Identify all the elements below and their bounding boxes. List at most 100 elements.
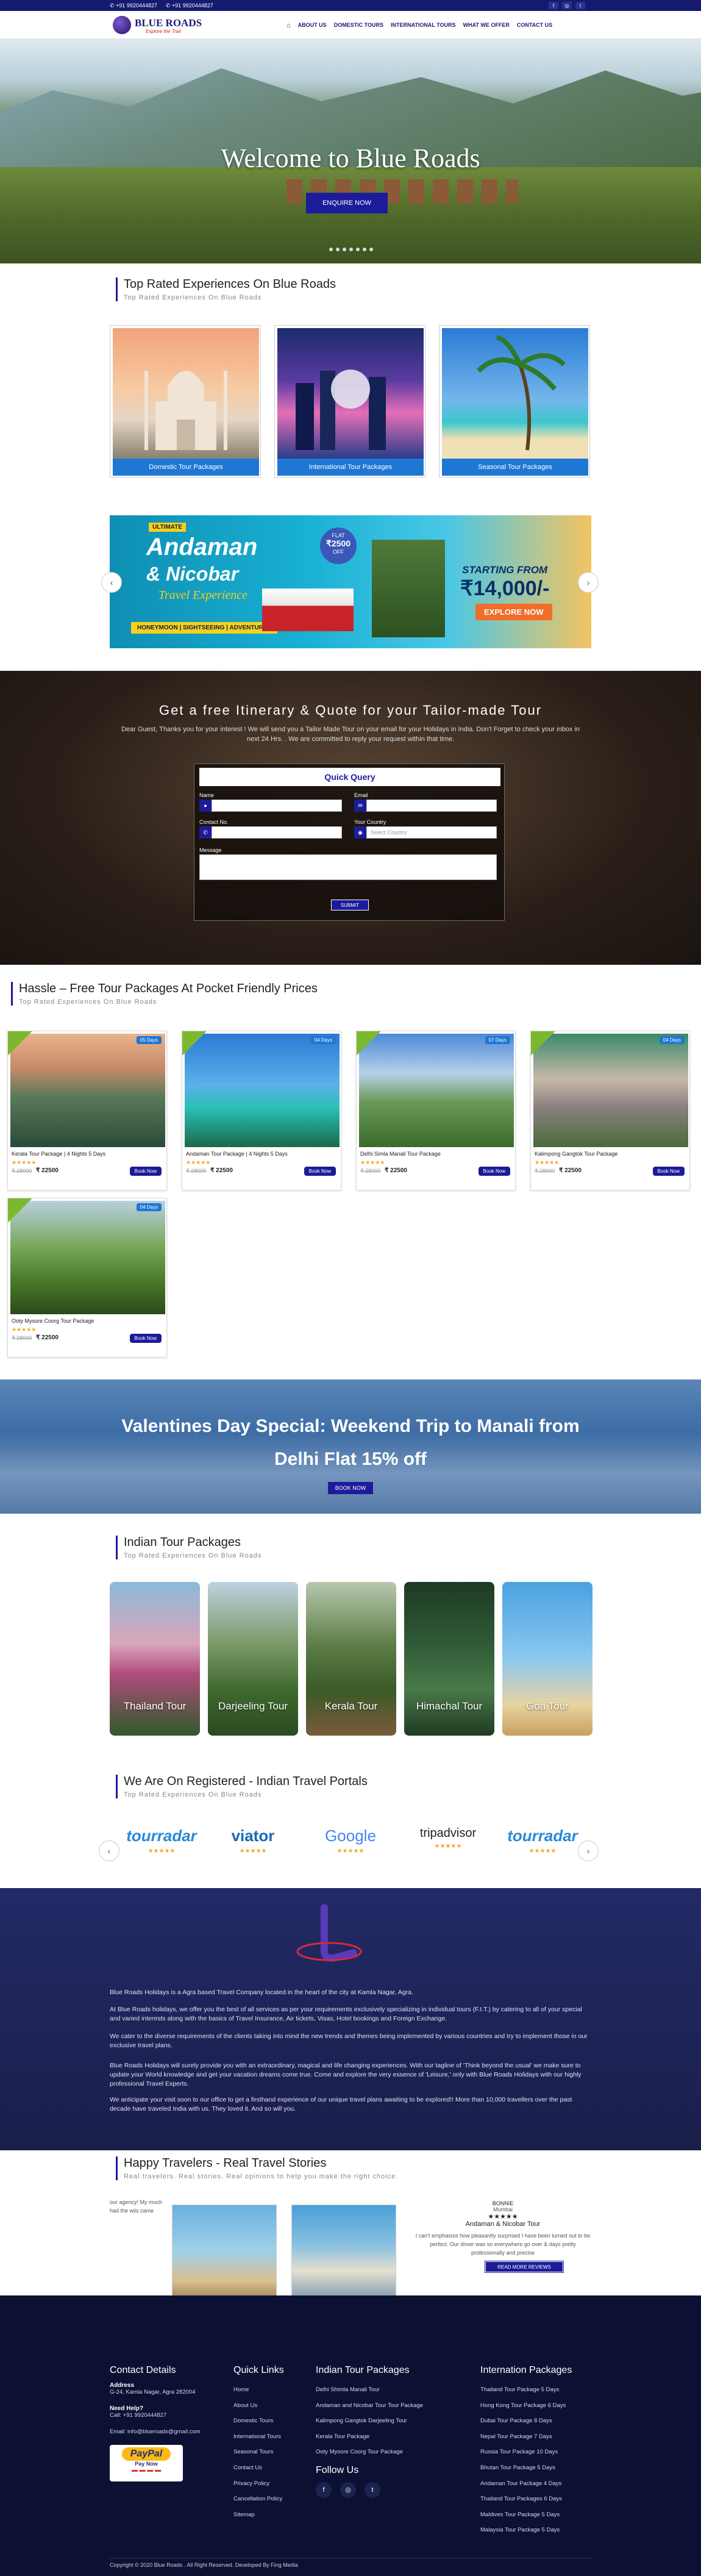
email-input[interactable]: [366, 800, 497, 812]
international-card[interactable]: International Tour Packages: [274, 325, 425, 478]
new-price: ₹ 22500: [559, 1167, 582, 1174]
footer-link[interactable]: Delhi Shimla Manali Tour: [316, 2382, 462, 2398]
taj-mahal-image: [113, 328, 259, 459]
paypal-badge[interactable]: PayPal Pay Now ▬ ▬ ▬ ▬: [110, 2445, 183, 2481]
valentine-title: Valentines Day Special: Weekend Trip to …: [121, 1416, 580, 1469]
footer-link[interactable]: Russia Tour Package 10 Days: [480, 2444, 596, 2460]
nav-offer[interactable]: WHAT WE OFFER: [463, 22, 510, 29]
nav-contact[interactable]: CONTACT US: [517, 22, 552, 29]
indian-card[interactable]: Thailand Tour: [110, 1582, 200, 1736]
section-subtitle: Real travelers. Real stories. Real opini…: [124, 2173, 399, 2180]
indian-card-label: Kerala Tour: [324, 1700, 378, 1712]
footer-link[interactable]: Privacy Policy: [233, 2476, 307, 2492]
indian-card[interactable]: Kerala Tour: [306, 1582, 396, 1736]
partner-logo[interactable]: tripadvisor ★★★★★: [402, 1826, 494, 1863]
quick-links-list: Home About Us Domestic Tours International …: [233, 2382, 307, 2522]
ribbon-icon: [8, 1198, 32, 1223]
slide-dot[interactable]: [336, 248, 340, 251]
footer-link[interactable]: Kalimpong Gangtok Darjeeling Tour: [316, 2413, 462, 2429]
package-card[interactable]: 05 Days Kerala Tour Package | 4 Nights 5…: [7, 1031, 167, 1190]
indian-card[interactable]: Himachal Tour: [404, 1582, 494, 1736]
partner-logo[interactable]: Google ★★★★★: [305, 1826, 396, 1863]
footer-link[interactable]: About Us: [233, 2398, 307, 2414]
read-more-reviews-button[interactable]: READ MORE REVIEWS: [485, 2261, 564, 2273]
promo-next-icon[interactable]: ›: [578, 572, 599, 593]
nav-domestic[interactable]: DOMESTIC TOURS: [334, 22, 383, 29]
footer-link[interactable]: Maldives Tour Package 5 Days: [480, 2507, 596, 2523]
book-now-button[interactable]: Book Now: [652, 1167, 685, 1176]
instagram-icon[interactable]: ◎: [340, 2481, 356, 2498]
package-name: Kalimpong Gangtok Tour Package: [535, 1151, 618, 1157]
footer-phone[interactable]: Call: +91 9920444827: [110, 2412, 213, 2419]
hero-title: Welcome to Blue Roads: [221, 143, 480, 173]
footer-link[interactable]: Seasonal Tours: [233, 2444, 307, 2460]
footer-link[interactable]: Thailand Tour Package 5 Days: [480, 2382, 596, 2398]
footer-email[interactable]: Email: info@blueroads@gmail.com: [110, 2428, 213, 2435]
footer-link[interactable]: Nepal Tour Package 7 Days: [480, 2429, 596, 2445]
footer-link[interactable]: Contact Us: [233, 2460, 307, 2476]
new-price: ₹ 22500: [36, 1334, 59, 1341]
footer-link[interactable]: Andaman Tour Package 4 Days: [480, 2476, 596, 2492]
indian-packages-list: Delhi Shimla Manali Tour Andaman and Nico…: [316, 2382, 462, 2460]
footer-link[interactable]: Hong Kong Tour Package 6 Days: [480, 2398, 596, 2414]
footer-link[interactable]: Home: [233, 2382, 307, 2398]
seasonal-card[interactable]: Seasonal Tour Packages: [439, 325, 590, 478]
footer-link[interactable]: Dubai Tour Package 8 Days: [480, 2413, 596, 2429]
nav-international[interactable]: INTERNATIONAL TOURS: [391, 22, 456, 29]
slide-dot[interactable]: [369, 248, 373, 251]
slide-dot[interactable]: [329, 248, 333, 251]
footer-link[interactable]: Kerala Tour Package: [316, 2429, 462, 2445]
slide-dot[interactable]: [363, 248, 366, 251]
slide-dot[interactable]: [356, 248, 360, 251]
footer-link[interactable]: International Tours: [233, 2429, 307, 2445]
book-now-button[interactable]: Book Now: [129, 1334, 162, 1343]
book-now-button[interactable]: Book Now: [304, 1167, 336, 1176]
story-photo[interactable]: [172, 2205, 277, 2307]
name-input[interactable]: [212, 800, 342, 812]
phone-1[interactable]: ✆ +91 9920444827: [110, 2, 157, 9]
footer-link[interactable]: Cancellation Policy: [233, 2491, 307, 2507]
footer-link[interactable]: Malaysia Tour Package 5 Days: [480, 2522, 596, 2538]
enquire-button[interactable]: ENQUIRE NOW: [306, 193, 388, 213]
instagram-icon[interactable]: ◎: [562, 2, 572, 9]
partner-name: Google: [325, 1826, 376, 1845]
package-card[interactable]: 04 Days Ooty Mysore Coorg Tour Package ★…: [7, 1198, 167, 1358]
package-card[interactable]: 04 Days Andaman Tour Package | 4 Nights …: [182, 1031, 341, 1190]
footer-link[interactable]: Domestic Tours: [233, 2413, 307, 2429]
package-card[interactable]: 04 Days Kalimpong Gangtok Tour Package ★…: [530, 1031, 690, 1190]
partner-logo[interactable]: tourradar ★★★★★: [497, 1826, 588, 1863]
twitter-icon[interactable]: t: [575, 2, 585, 9]
package-card[interactable]: 07 Days Delhi Simla Manali Tour Package …: [356, 1031, 516, 1190]
promo-prev-icon[interactable]: ‹: [101, 572, 122, 593]
footer-link[interactable]: Sitemap: [233, 2507, 307, 2523]
phone-2[interactable]: ✆ +91 9920444827: [166, 2, 213, 9]
facebook-icon[interactable]: f: [549, 2, 558, 9]
facebook-icon[interactable]: f: [316, 2481, 332, 2498]
story-photo[interactable]: [291, 2205, 396, 2307]
indian-card[interactable]: Darjeeling Tour: [208, 1582, 298, 1736]
book-now-button[interactable]: Book Now: [478, 1167, 510, 1176]
contact-input[interactable]: [212, 826, 342, 839]
partner-logo[interactable]: tourradar ★★★★★: [116, 1826, 207, 1863]
domestic-card[interactable]: Domestic Tour Packages: [110, 325, 261, 478]
book-now-button[interactable]: Book Now: [129, 1167, 162, 1176]
promo-banner[interactable]: ULTIMATE Andaman & Nicobar Travel Experi…: [110, 515, 591, 648]
country-select[interactable]: Select Country: [366, 826, 497, 839]
submit-button[interactable]: SUBMIT: [331, 900, 369, 911]
footer-link[interactable]: Andaman and Nicobar Tour Tour Package: [316, 2398, 462, 2414]
slide-dot[interactable]: [349, 248, 353, 251]
nav-about[interactable]: ABOUT US: [298, 22, 327, 29]
footer-link[interactable]: Bhutan Tour Package 5 Days: [480, 2460, 596, 2476]
logo[interactable]: BLUE ROADS Explore the Trail: [113, 15, 222, 35]
footer-link[interactable]: Thailand Tour Packages 6 Days: [480, 2491, 596, 2507]
twitter-icon[interactable]: t: [365, 2481, 380, 2498]
footer-link[interactable]: Ooty Mysore Coorg Tour Package: [316, 2444, 462, 2460]
days-badge: 04 Days: [310, 1036, 336, 1044]
valentine-book-button[interactable]: BOOK NOW: [328, 1482, 373, 1494]
indian-card[interactable]: Goa Tour: [502, 1582, 592, 1736]
message-input[interactable]: [199, 854, 497, 880]
home-icon[interactable]: ⌂: [286, 22, 291, 29]
slide-dot[interactable]: [343, 248, 346, 251]
explore-now-button[interactable]: EXPLORE NOW: [475, 604, 552, 620]
partner-logo[interactable]: viator ★★★★★: [207, 1826, 299, 1863]
